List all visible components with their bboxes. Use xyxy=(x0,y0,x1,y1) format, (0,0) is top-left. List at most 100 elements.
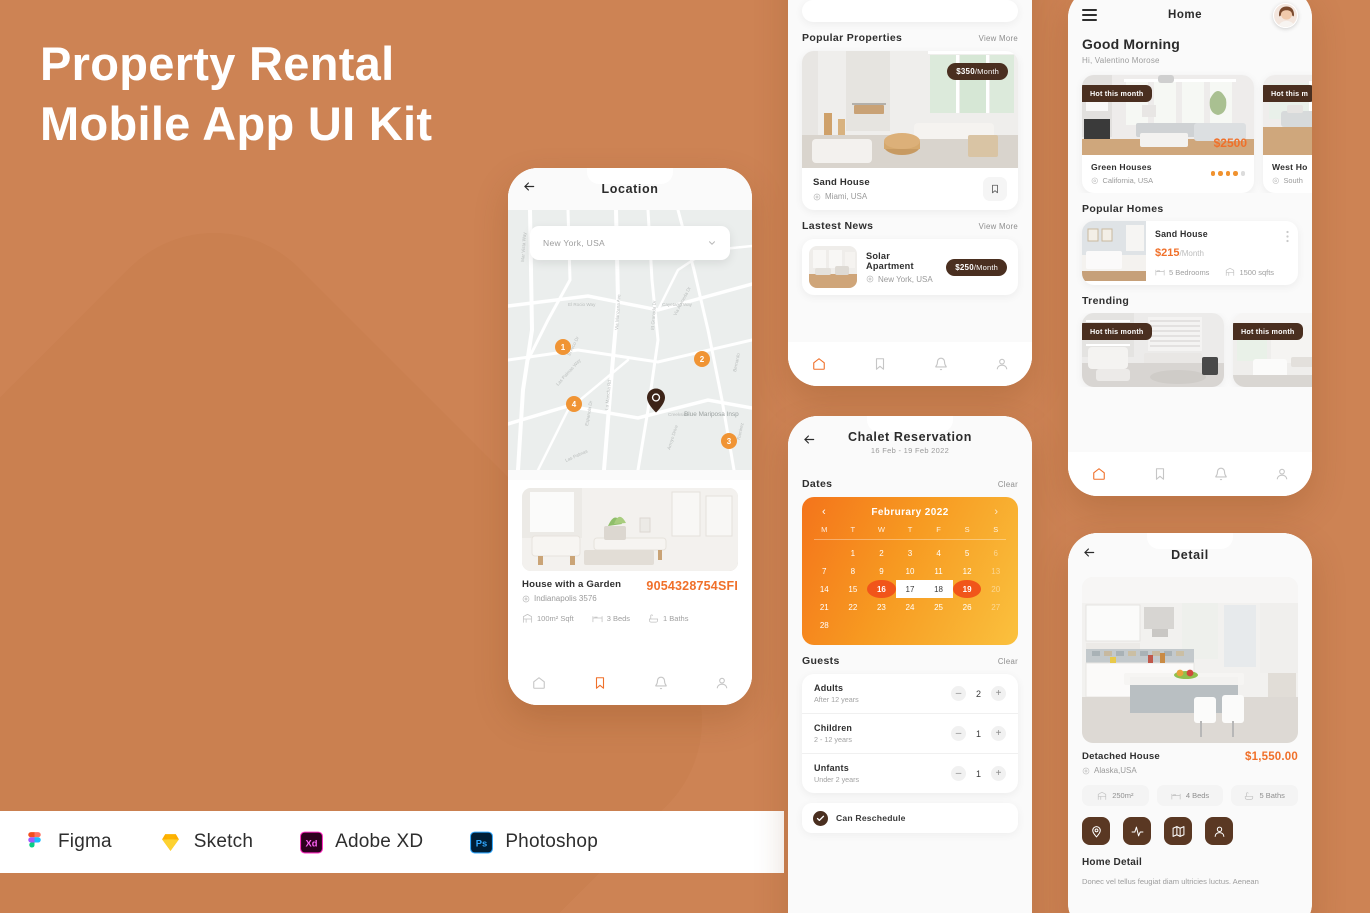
popular-property-card[interactable]: $350/Month Sand House Miami, USA xyxy=(802,51,1018,210)
calendar[interactable]: ‹ Februrary 2022 › M T W T F S S 1234567… xyxy=(802,497,1018,645)
guest-count: 1 xyxy=(975,728,981,739)
tab-bookmark-icon[interactable] xyxy=(593,676,607,690)
greeting-subtitle: Hi, Valentino Morose xyxy=(1082,56,1160,65)
calendar-day[interactable]: 5 xyxy=(953,544,982,562)
calendar-day[interactable]: 13 xyxy=(981,562,1010,580)
map-view[interactable]: Mar Vista Way El Arco Dr Las Palmas Way … xyxy=(508,210,752,470)
calendar-day[interactable]: 16 xyxy=(867,580,896,598)
calendar-next-button[interactable]: › xyxy=(994,506,998,518)
app-item-sketch[interactable]: Sketch xyxy=(158,830,253,855)
action-map-button[interactable] xyxy=(1164,817,1192,845)
app-item-adobe-xd[interactable]: Xd Adobe XD xyxy=(299,830,423,855)
popular-properties-view-more[interactable]: View More xyxy=(979,34,1018,43)
calendar-day[interactable]: 25 xyxy=(924,598,953,616)
calendar-day[interactable]: 23 xyxy=(867,598,896,616)
tab-bookmark-icon[interactable] xyxy=(873,357,887,371)
calendar-day[interactable]: 20 xyxy=(981,580,1010,598)
reschedule-option[interactable]: Can Reschedule xyxy=(802,803,1018,833)
guests-card: Adults After 12 years – 2 + Children 2 -… xyxy=(802,674,1018,793)
feed-partial-card[interactable] xyxy=(802,0,1018,22)
reservation-subtitle: 16 Feb - 19 Feb 2022 xyxy=(870,445,950,455)
calendar-day[interactable]: 22 xyxy=(839,598,868,616)
location-title: Location xyxy=(601,182,659,196)
chevron-down-icon xyxy=(709,241,715,245)
calendar-day[interactable]: 19 xyxy=(952,580,982,598)
increment-button[interactable]: + xyxy=(991,766,1006,781)
calendar-day[interactable]: 26 xyxy=(953,598,982,616)
calendar-day[interactable]: 6 xyxy=(981,544,1010,562)
calendar-day[interactable]: 3 xyxy=(896,544,925,562)
featured-card-2[interactable]: Hot this m West Ho South xyxy=(1263,75,1312,193)
tab-home-icon[interactable] xyxy=(812,357,826,371)
trending-card-2[interactable]: Hot this month xyxy=(1233,313,1312,387)
calendar-day[interactable]: 15 xyxy=(839,580,868,598)
tab-bell-icon[interactable] xyxy=(1214,467,1228,481)
calendar-day[interactable]: 27 xyxy=(981,598,1010,616)
trending-carousel[interactable]: Hot this month Hot this month xyxy=(1068,313,1312,387)
calendar-day[interactable]: 21 xyxy=(810,598,839,616)
guests-clear-button[interactable]: Clear xyxy=(998,657,1018,666)
tab-person-icon[interactable] xyxy=(1275,467,1289,481)
calendar-day[interactable]: 14 xyxy=(810,580,839,598)
popular-home-menu-button[interactable] xyxy=(1286,221,1298,285)
news-card[interactable]: Solar Apartment New York, USA $250/Month xyxy=(802,239,1018,295)
map-marker-4[interactable]: 4 xyxy=(566,396,582,412)
calendar-day[interactable]: 28 xyxy=(810,616,839,634)
location-search-field[interactable]: New York, USA xyxy=(530,226,730,260)
map-pin-selected-icon[interactable] xyxy=(647,388,665,413)
calendar-week: 14 15 16 17 18 19 20 xyxy=(810,580,1010,598)
back-button[interactable] xyxy=(802,433,816,452)
calendar-day[interactable]: 8 xyxy=(839,562,868,580)
map-marker-1[interactable]: 1 xyxy=(555,339,571,355)
map-marker-2[interactable]: 2 xyxy=(694,351,710,367)
decrement-button[interactable]: – xyxy=(951,686,966,701)
calendar-day[interactable]: 4 xyxy=(924,544,953,562)
featured-card-1[interactable]: Hot this month $2500 Green Houses Califo… xyxy=(1082,75,1254,193)
map-marker-3[interactable]: 3 xyxy=(721,433,737,449)
tab-person-icon[interactable] xyxy=(995,357,1009,371)
tab-bell-icon[interactable] xyxy=(654,676,668,690)
action-pin-button[interactable] xyxy=(1082,817,1110,845)
calendar-day[interactable]: 9 xyxy=(867,562,896,580)
tab-bookmark-icon[interactable] xyxy=(1153,467,1167,481)
calendar-day[interactable]: 17 xyxy=(895,580,925,598)
calendar-day[interactable]: 10 xyxy=(896,562,925,580)
calendar-day[interactable]: 1 xyxy=(839,544,868,562)
dates-clear-button[interactable]: Clear xyxy=(998,480,1018,489)
calendar-day[interactable]: 18 xyxy=(924,580,953,598)
popular-properties-header: Popular Properties View More xyxy=(788,32,1032,44)
decrement-button[interactable]: – xyxy=(951,766,966,781)
location-search-value: New York, USA xyxy=(543,238,606,248)
calendar-prev-button[interactable]: ‹ xyxy=(822,506,826,518)
action-activity-button[interactable] xyxy=(1123,817,1151,845)
app-item-photoshop[interactable]: Ps Photoshop xyxy=(469,830,598,855)
increment-button[interactable]: + xyxy=(991,686,1006,701)
app-item-figma[interactable]: Figma xyxy=(22,830,112,855)
trending-card-1[interactable]: Hot this month xyxy=(1082,313,1224,387)
tab-home-icon[interactable] xyxy=(1092,467,1106,481)
calendar-day[interactable]: 24 xyxy=(896,598,925,616)
reschedule-label: Can Reschedule xyxy=(836,813,906,823)
popular-home-card[interactable]: Sand House $215/Month 5 Bedrooms 1500 sq… xyxy=(1082,221,1298,285)
calendar-day[interactable]: 12 xyxy=(953,562,982,580)
trending-badge: Hot this month xyxy=(1082,323,1152,340)
calendar-day[interactable]: 7 xyxy=(810,562,839,580)
decrement-button[interactable]: – xyxy=(951,726,966,741)
location-property-card[interactable]: House with a Garden Indianapolis 3576 90… xyxy=(508,480,752,661)
calendar-day[interactable]: 2 xyxy=(867,544,896,562)
bookmark-button[interactable] xyxy=(983,177,1007,201)
tab-person-icon[interactable] xyxy=(715,676,729,690)
bath-icon xyxy=(649,614,659,623)
calendar-day[interactable]: 11 xyxy=(924,562,953,580)
increment-button[interactable]: + xyxy=(991,726,1006,741)
tab-home-icon[interactable] xyxy=(532,676,546,690)
back-button[interactable] xyxy=(522,180,536,199)
action-person-button[interactable] xyxy=(1205,817,1233,845)
tab-bell-icon[interactable] xyxy=(934,357,948,371)
menu-icon[interactable] xyxy=(1082,8,1097,22)
back-button[interactable] xyxy=(1082,546,1096,565)
guest-row-infants: Unfants Under 2 years – 1 + xyxy=(802,753,1018,793)
latest-news-view-more[interactable]: View More xyxy=(979,222,1018,231)
featured-carousel[interactable]: Hot this month $2500 Green Houses Califo… xyxy=(1068,65,1312,193)
avatar[interactable] xyxy=(1273,2,1298,28)
